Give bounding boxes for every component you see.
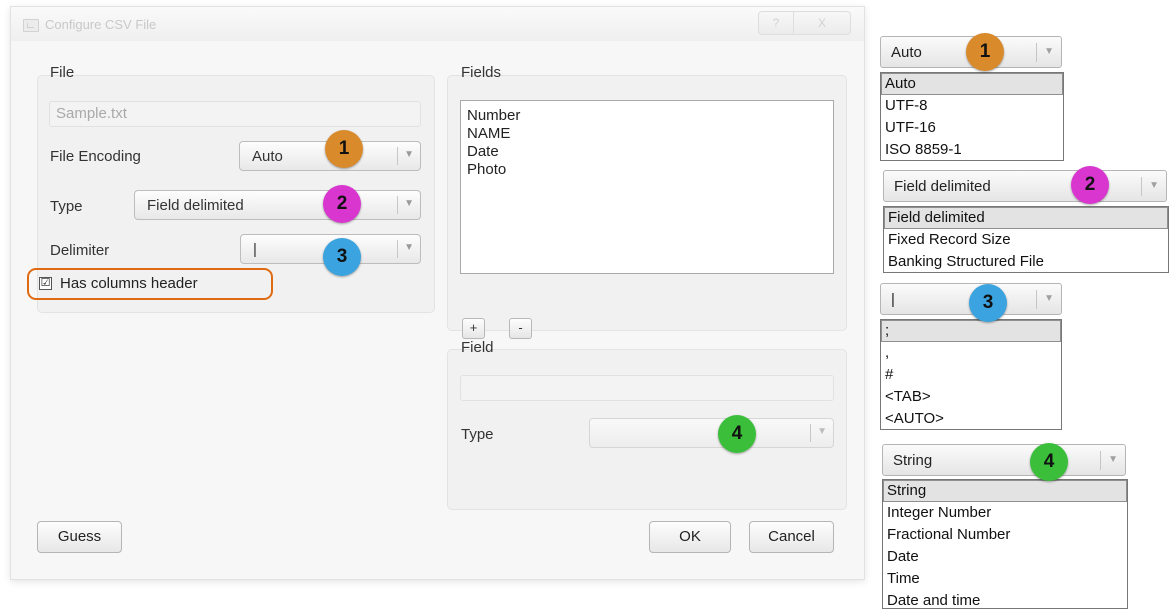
combo-separator <box>1100 451 1101 470</box>
combo-separator <box>1036 43 1037 62</box>
field-type-preview-value: String <box>893 452 933 469</box>
title-bar: Configure CSV File ? X <box>11 7 864 41</box>
has-columns-header-checkbox[interactable]: ☑ <box>39 277 52 290</box>
filename-field[interactable]: Sample.txt <box>49 101 421 127</box>
encoding-options-list: Auto UTF-8 UTF-16 ISO 8859-1 <box>880 72 1064 161</box>
type-option[interactable]: Fixed Record Size <box>884 229 1168 251</box>
callout-badge-3: 3 <box>969 284 1007 322</box>
field-type-option[interactable]: Date <box>883 546 1127 568</box>
cancel-button[interactable]: Cancel <box>749 521 834 553</box>
encoding-option[interactable]: ISO 8859-1 <box>881 139 1063 161</box>
fields-group-title: Fields <box>461 64 502 81</box>
chevron-down-icon: ▼ <box>404 198 414 209</box>
list-item[interactable]: NAME <box>461 125 833 143</box>
delimiter-option[interactable]: , <box>881 342 1061 364</box>
has-columns-header-label[interactable]: Has columns header <box>60 275 198 292</box>
close-button[interactable]: X <box>793 11 851 35</box>
delimiter-option[interactable]: <TAB> <box>881 386 1061 408</box>
type-options-list: Field delimited Fixed Record Size Bankin… <box>883 206 1169 273</box>
field-name-input[interactable] <box>460 375 834 401</box>
delimiter-options-list: ; , # <TAB> <AUTO> <box>880 319 1062 430</box>
delimiter-label: Delimiter <box>50 242 110 259</box>
delimiter-option[interactable]: <AUTO> <box>881 408 1061 430</box>
app-window-icon <box>23 19 39 32</box>
field-type-options-list: String Integer Number Fractional Number … <box>882 479 1128 609</box>
field-type-option[interactable]: Integer Number <box>883 502 1127 524</box>
chevron-down-icon: ▼ <box>1108 454 1118 465</box>
type-option[interactable]: Banking Structured File <box>884 251 1168 273</box>
list-item[interactable]: Number <box>461 107 833 125</box>
field-type-label: Type <box>461 426 494 443</box>
file-group-title: File <box>50 64 75 81</box>
add-field-button[interactable]: + <box>462 318 485 339</box>
type-combo[interactable]: Field delimited ▼ <box>134 190 421 220</box>
encoding-option[interactable]: Auto <box>881 73 1063 95</box>
chevron-down-icon: ▼ <box>817 426 827 437</box>
type-option[interactable]: Field delimited <box>884 207 1168 229</box>
guess-button[interactable]: Guess <box>37 521 122 553</box>
callout-badge-4: 4 <box>718 415 756 453</box>
combo-separator <box>397 196 398 214</box>
has-columns-header-highlight: ☑ Has columns header <box>27 268 273 300</box>
field-group-title: Field <box>461 339 494 356</box>
help-button[interactable]: ? <box>758 11 794 35</box>
field-type-option[interactable]: Fractional Number <box>883 524 1127 546</box>
type-preview-value: Field delimited <box>894 178 991 195</box>
chevron-down-icon: ▼ <box>404 149 414 160</box>
type-value: Field delimited <box>147 197 244 214</box>
window-title: Configure CSV File <box>45 17 157 32</box>
file-encoding-label: File Encoding <box>50 148 141 165</box>
field-type-option[interactable]: Time <box>883 568 1127 590</box>
delimiter-value: | <box>253 241 257 258</box>
combo-separator <box>397 147 398 165</box>
encoding-preview-value: Auto <box>891 44 922 61</box>
callout-badge-4: 4 <box>1030 443 1068 481</box>
chevron-down-icon: ▼ <box>1044 293 1054 304</box>
type-label: Type <box>50 198 83 215</box>
list-item[interactable]: Photo <box>461 161 833 179</box>
combo-separator <box>810 424 811 442</box>
list-item[interactable]: Date <box>461 143 833 161</box>
field-type-option[interactable]: String <box>883 480 1127 502</box>
delimiter-option[interactable]: # <box>881 364 1061 386</box>
ok-button[interactable]: OK <box>649 521 731 553</box>
combo-separator <box>1141 177 1142 196</box>
fields-list[interactable]: Number NAME Date Photo <box>460 100 834 274</box>
callout-badge-3: 3 <box>323 238 361 276</box>
chevron-down-icon: ▼ <box>1044 46 1054 57</box>
chevron-down-icon: ▼ <box>404 242 414 253</box>
encoding-option[interactable]: UTF-8 <box>881 95 1063 117</box>
callout-badge-1: 1 <box>325 130 363 168</box>
chevron-down-icon: ▼ <box>1149 180 1159 191</box>
remove-field-button[interactable]: - <box>509 318 532 339</box>
encoding-option[interactable]: UTF-16 <box>881 117 1063 139</box>
delimiter-option[interactable]: ; <box>881 320 1061 342</box>
field-type-combo[interactable]: ▼ <box>589 418 834 448</box>
combo-separator <box>1036 290 1037 309</box>
callout-badge-2: 2 <box>1071 166 1109 204</box>
callout-badge-1: 1 <box>966 33 1004 71</box>
file-encoding-value: Auto <box>252 148 283 165</box>
combo-separator <box>397 240 398 258</box>
type-dropdown-preview: Field delimited ▼ <box>883 170 1167 202</box>
field-type-dropdown-preview: String ▼ <box>882 444 1126 476</box>
callout-badge-2: 2 <box>323 185 361 223</box>
delimiter-preview-value: | <box>891 291 895 308</box>
